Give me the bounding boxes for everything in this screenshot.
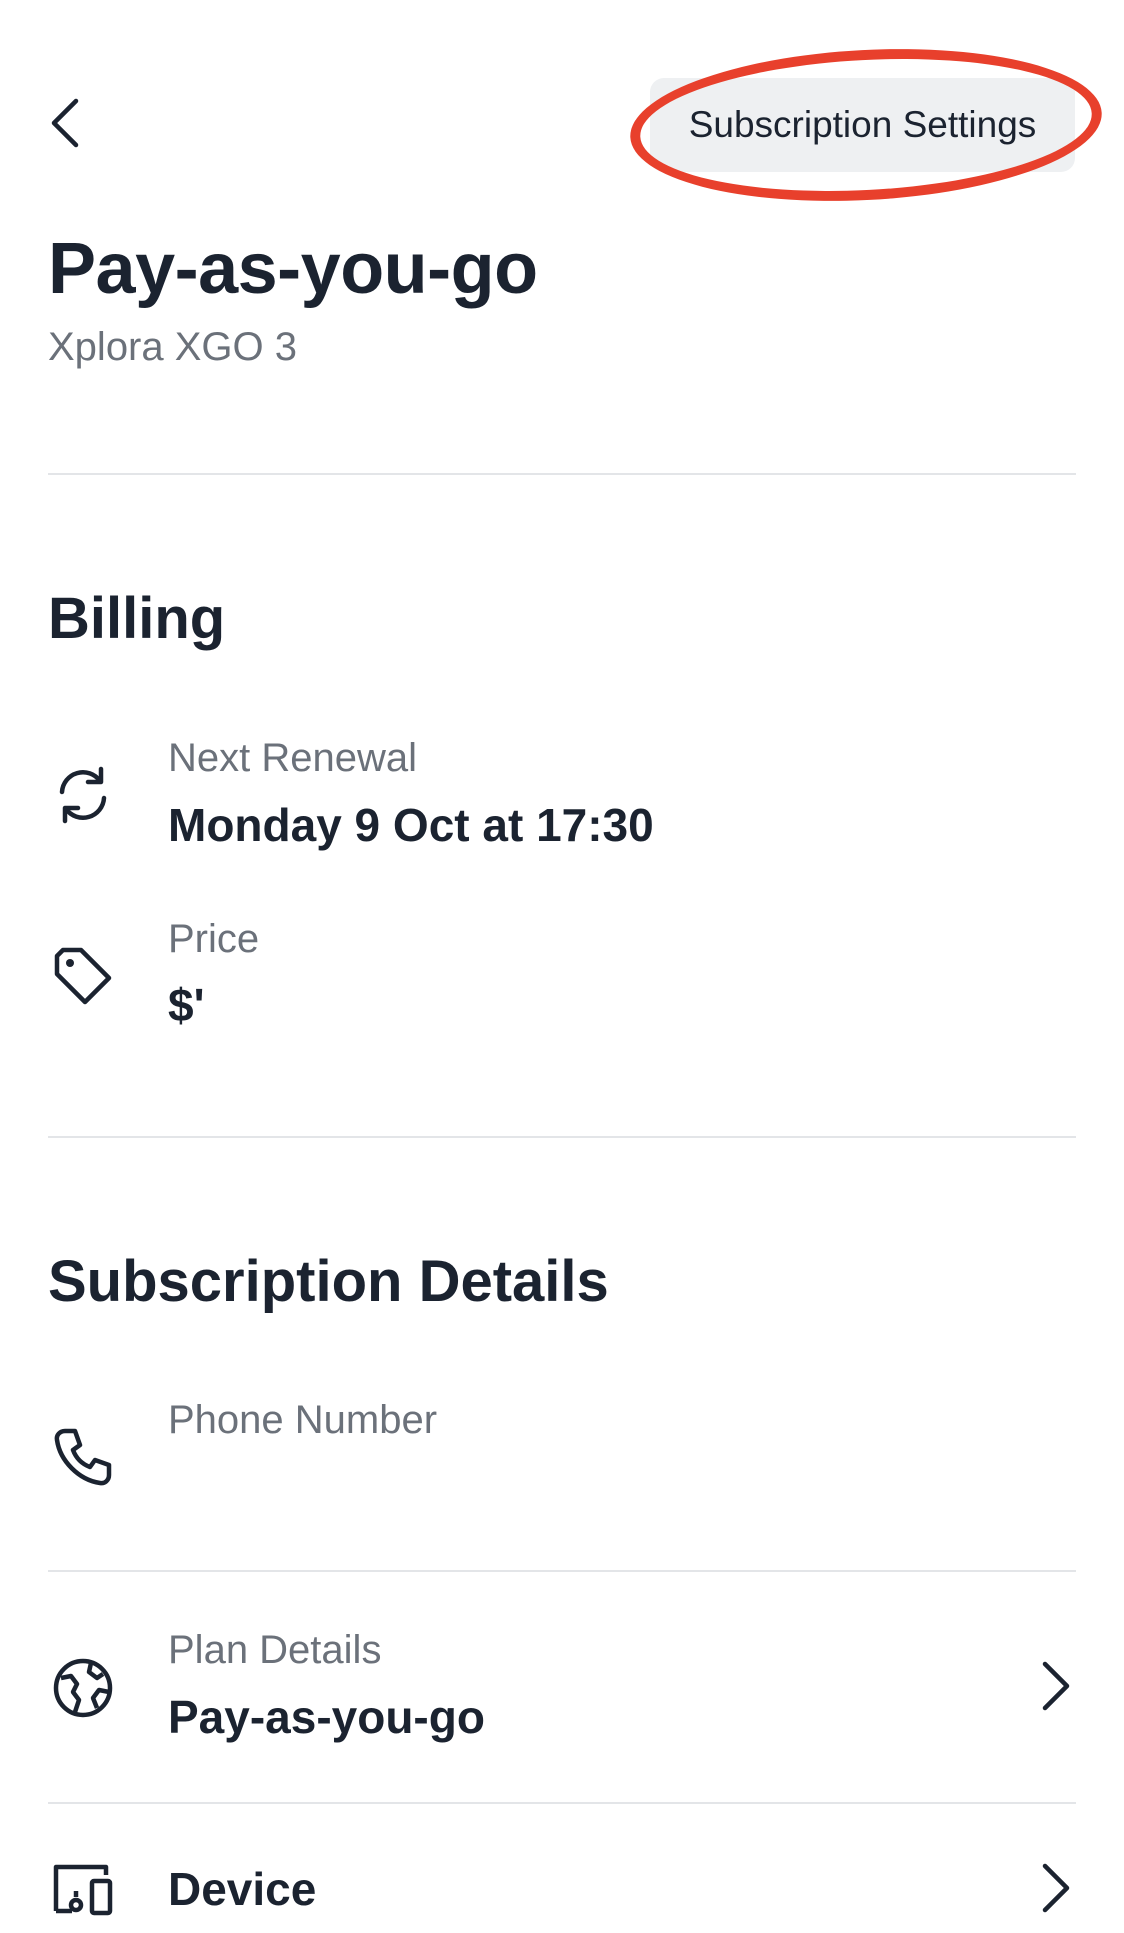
globe-icon (50, 1655, 116, 1721)
next-renewal-value: Monday 9 Oct at 17:30 (168, 799, 654, 851)
phone-icon (50, 1424, 116, 1490)
back-button[interactable] (40, 95, 90, 155)
billing-heading: Billing (48, 586, 226, 651)
price-label: Price (168, 917, 260, 961)
next-renewal-label: Next Renewal (168, 736, 418, 780)
plan-details-value: Pay-as-you-go (168, 1691, 485, 1743)
chevron-right-icon (1035, 1858, 1075, 1918)
subscription-settings-button[interactable]: Subscription Settings (650, 78, 1075, 172)
page-title: Pay-as-you-go (48, 229, 538, 309)
chevron-left-icon (48, 97, 82, 154)
divider (48, 473, 1076, 475)
subscription-settings-label: Subscription Settings (688, 104, 1037, 145)
tag-icon (50, 943, 116, 1009)
refresh-icon (50, 762, 116, 828)
device-icon (50, 1858, 116, 1924)
divider (48, 1802, 1076, 1804)
device-label: Device (168, 1863, 317, 1915)
chevron-right-icon (1035, 1656, 1075, 1716)
subscription-details-heading: Subscription Details (48, 1249, 609, 1314)
divider (48, 1136, 1076, 1138)
phone-number-label: Phone Number (168, 1398, 438, 1442)
price-value: $' (168, 979, 205, 1031)
plan-details-row[interactable] (40, 1600, 1085, 1770)
device-subtitle: Xplora XGO 3 (48, 325, 298, 369)
divider (48, 1570, 1076, 1572)
plan-details-label: Plan Details (168, 1628, 382, 1672)
